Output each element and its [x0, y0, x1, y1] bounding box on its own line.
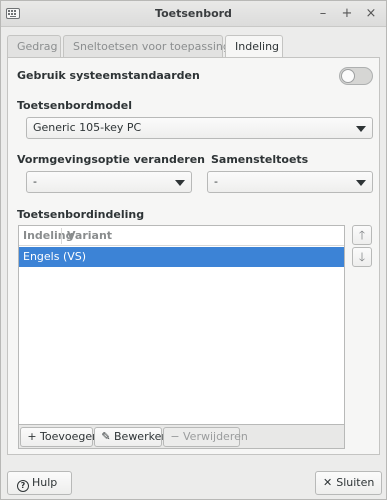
title-bar[interactable]: Toetsenbord – + × [1, 1, 386, 27]
keyboard-layout-label: Toetsenbordindeling [17, 208, 145, 221]
close-button[interactable]: ✕ Sluiten [315, 471, 382, 495]
keyboard-model-value: Generic 105-key PC [33, 121, 142, 134]
list-header: Indeling Variant [19, 226, 344, 246]
switch-knob [341, 69, 355, 83]
close-icon: ✕ [323, 476, 333, 489]
layout-option-value: - [33, 175, 37, 188]
use-system-defaults-switch[interactable] [339, 67, 373, 85]
move-down-button[interactable]: 🡓 [352, 247, 372, 267]
arrow-up-icon: 🡑 [358, 228, 366, 242]
row-layout-name: Engels (VS) [23, 250, 87, 263]
column-header-variant[interactable]: Variant [67, 229, 112, 242]
tab-gedrag[interactable]: Gedrag [7, 35, 61, 57]
tab-indeling[interactable]: Indeling [225, 35, 283, 58]
maximize-button[interactable]: + [337, 4, 357, 24]
use-system-defaults-label: Gebruik systeemstandaarden [17, 69, 200, 82]
minimize-button[interactable]: – [313, 4, 333, 24]
chevron-down-icon [356, 126, 366, 132]
arrow-down-icon: 🡓 [358, 250, 366, 264]
remove-label: Verwijderen [183, 430, 248, 443]
minus-icon: − [170, 430, 180, 443]
layout-option-label: Vormgevingsoptie veranderen [17, 153, 205, 166]
tab-sneltoetsen[interactable]: Sneltoetsen voor toepassingen [63, 35, 244, 57]
remove-layout-button[interactable]: − Verwijderen [163, 427, 248, 447]
chevron-down-icon [175, 180, 185, 186]
layout-option-select[interactable]: - [26, 171, 192, 193]
add-label: Toevoegen [40, 430, 100, 443]
keyboard-settings-window: Toetsenbord – + × Gedrag Sneltoetsen voo… [0, 0, 387, 500]
compose-key-select[interactable]: - [207, 171, 373, 193]
compose-key-value: - [214, 175, 218, 188]
column-divider [61, 228, 62, 244]
keyboard-layout-list[interactable]: Indeling Variant Engels (VS) [18, 225, 345, 425]
plus-icon: + [27, 430, 37, 443]
add-layout-button[interactable]: + Toevoegen [20, 427, 99, 447]
help-icon: ? [17, 480, 29, 492]
pencil-icon: ✎ [101, 430, 111, 443]
edit-label: Bewerken [114, 430, 169, 443]
close-window-button[interactable]: × [361, 4, 381, 24]
layout-toolbar: + Toevoegen ✎ Bewerken − Verwijderen [18, 425, 345, 449]
keyboard-model-label: Toetsenbordmodel [17, 99, 133, 112]
compose-key-label: Samensteltoets [211, 153, 309, 166]
column-header-indeling[interactable]: Indeling [23, 229, 74, 242]
close-label: Sluiten [336, 476, 375, 489]
help-label: Hulp [32, 476, 58, 489]
keyboard-model-select[interactable]: Generic 105-key PC [26, 117, 373, 139]
edit-layout-button[interactable]: ✎ Bewerken [94, 427, 168, 447]
help-button[interactable]: ? Hulp [7, 471, 72, 495]
chevron-down-icon [356, 180, 366, 186]
table-row[interactable]: Engels (VS) [19, 247, 344, 267]
move-up-button[interactable]: 🡑 [352, 225, 372, 245]
